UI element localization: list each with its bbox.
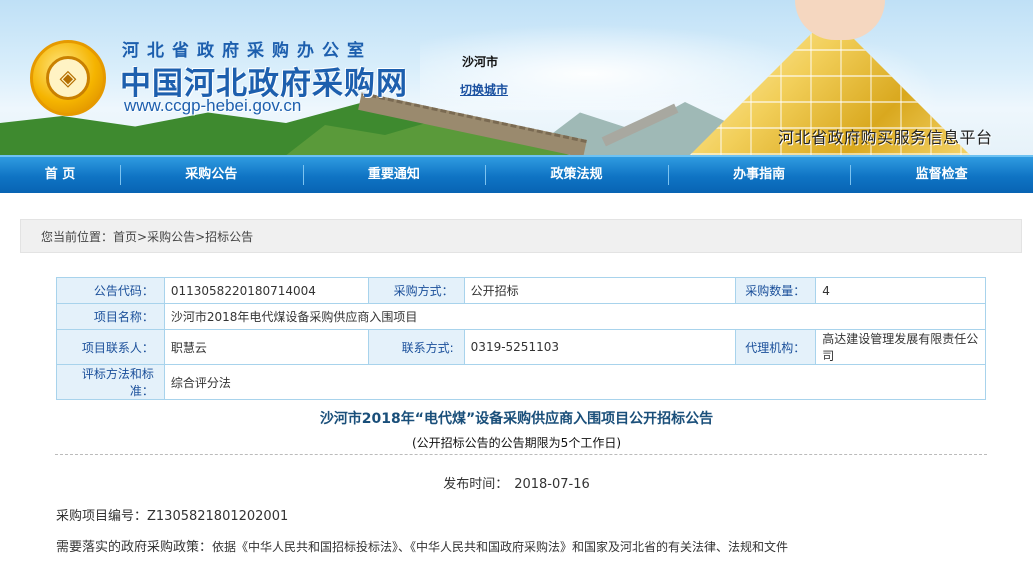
evaluation-method-label: 评标方法和标准： xyxy=(56,364,165,400)
project-name-label: 项目名称： xyxy=(56,303,165,330)
notice-code-value: 0113058220180714004 xyxy=(163,277,369,304)
notice-title: 沙河市2018年“电代煤”设备采购供应商入围项目公开招标公告 xyxy=(319,411,714,427)
switch-city-link[interactable]: 切换城市 xyxy=(460,81,508,98)
site-logo-icon[interactable]: ◈ xyxy=(30,40,106,116)
policy-label: 需要落实的政府采购政策： xyxy=(56,540,213,555)
table-row: 项目联系人： 职慧云 联系方式: 0319-5251103 代理机构： 高达建设… xyxy=(56,329,986,365)
breadcrumb-prefix: 您当前位置： xyxy=(41,230,114,244)
breadcrumb-separator: > xyxy=(195,230,206,244)
breadcrumb-home[interactable]: 首页 xyxy=(113,230,137,244)
quantity-value: 4 xyxy=(815,277,986,304)
divider xyxy=(55,454,987,455)
evaluation-method-value: 综合评分法 xyxy=(163,364,987,400)
table-row: 公告代码： 0113058220180714004 采购方式： 公开招标 采购数… xyxy=(56,277,986,304)
publish-date: 2018-07-16 xyxy=(514,477,590,492)
publish-time-label: 发布时间： xyxy=(443,477,509,492)
quantity-label: 采购数量： xyxy=(735,277,817,304)
notice-subtitle: (公开招标公告的公告期限为5个工作日) xyxy=(412,436,621,450)
project-contact-value: 职慧云 xyxy=(163,329,369,365)
project-contact-label: 项目联系人： xyxy=(56,329,165,365)
main-nav: 首 页 采购公告 重要通知 政策法规 办事指南 监督检查 xyxy=(0,155,1033,193)
notice-info-table: 公告代码： 0113058220180714004 采购方式： 公开招标 采购数… xyxy=(56,277,987,400)
breadcrumb-separator: > xyxy=(137,230,148,244)
contact-phone-label: 联系方式: xyxy=(367,329,465,365)
procurement-method-value: 公开招标 xyxy=(463,277,737,304)
agency-value: 高达建设管理发展有限责任公司 xyxy=(815,329,986,365)
procurement-policy: 需要落实的政府采购政策：依据《中华人民共和国招标投标法》、《中华人民共和国政府采… xyxy=(56,536,788,555)
agency-label: 代理机构： xyxy=(735,329,817,365)
nav-procurement-notices[interactable]: 采购公告 xyxy=(120,157,303,193)
current-city: 沙河市 xyxy=(462,55,499,69)
header-banner: ◈ 河北省政府采购办公室 中国河北政府采购网 www.ccgp-hebei.go… xyxy=(0,0,1033,155)
notice-code-label: 公告代码： xyxy=(56,277,165,304)
table-row: 评标方法和标准： 综合评分法 xyxy=(56,364,987,400)
breadcrumb-tender-notice[interactable]: 招标公告 xyxy=(205,230,253,244)
contact-phone-value: 0319-5251103 xyxy=(463,329,737,365)
site-url: www.ccgp-hebei.gov.cn xyxy=(124,96,302,115)
nav-guide[interactable]: 办事指南 xyxy=(667,157,851,193)
nav-important-notices[interactable]: 重要通知 xyxy=(302,157,486,193)
logo-inner-emblem: ◈ xyxy=(46,56,90,100)
breadcrumb: 您当前位置：首页>采购公告>招标公告 xyxy=(20,219,1022,253)
publish-time: 发布时间： 2018-07-16 xyxy=(0,473,1033,492)
platform-name: 河北省政府购买服务信息平台 xyxy=(778,128,993,147)
table-row: 项目名称： 沙河市2018年电代煤设备采购供应商入围项目 xyxy=(56,303,987,330)
nav-policies[interactable]: 政策法规 xyxy=(485,157,668,193)
breadcrumb-procurement[interactable]: 采购公告 xyxy=(147,230,195,244)
nav-home[interactable]: 首 页 xyxy=(0,157,120,193)
project-name-value: 沙河市2018年电代煤设备采购供应商入围项目 xyxy=(163,303,987,330)
nav-supervision[interactable]: 监督检查 xyxy=(850,157,1033,193)
project-number: 采购项目编号：Z1305821801202001 xyxy=(56,509,289,524)
policy-text: 依据《中华人民共和国招标投标法》、《中华人民共和国政府采购法》和国家及河北省的有… xyxy=(212,540,789,554)
procurement-method-label: 采购方式： xyxy=(367,277,465,304)
